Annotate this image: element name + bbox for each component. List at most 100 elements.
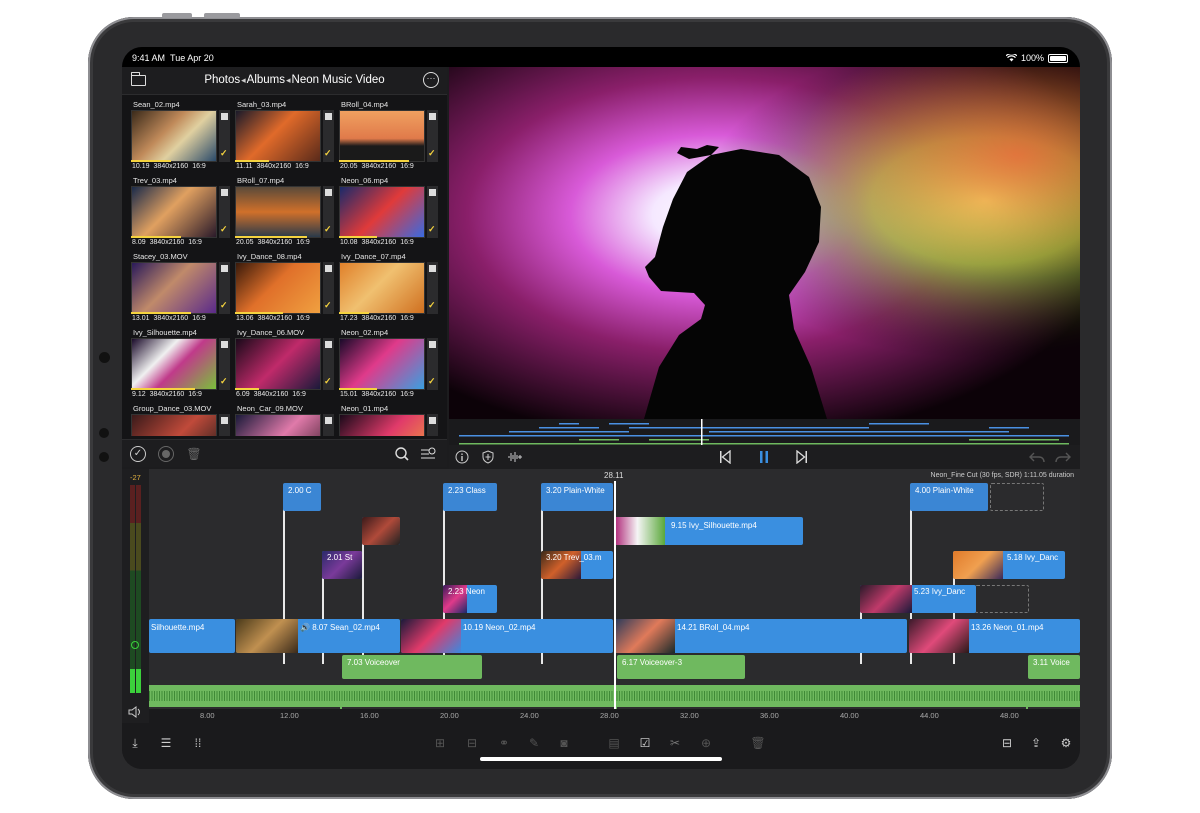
skip-back-icon[interactable] [719,450,731,464]
browser-clip[interactable]: Stacey_03.MOV ✓ 13.01 3840x2160 16:9 [131,252,231,326]
browser-clip[interactable]: Ivy_Silhouette.mp4 ✓ 9.12 3840x2160 16:9 [131,328,231,402]
browser-clip[interactable]: Ivy_Dance_07.mp4 ✓ 17.23 3840x2160 16:9 [339,252,439,326]
title-clip[interactable]: 2.00 C [283,483,321,511]
trash-icon[interactable]: 🗑 [186,446,202,462]
ruler-tick-label: 8.00 [200,711,215,720]
clip-meta: 10.08 3840x2160 16:9 [340,239,414,246]
clip-aspect: 16:9 [188,239,202,246]
primary-clip[interactable]: 13.26 Neon_01.mp4 [909,619,1080,653]
browser-clip[interactable]: Neon_Car_09.MOV ✓ [235,404,335,436]
import-icon[interactable]: ⤓ [127,735,143,751]
breadcrumb-photos[interactable]: Photos [204,74,240,86]
clip-duration: 10.19 [132,163,150,170]
camera-icon[interactable]: ◙ [556,735,572,751]
browser-clip[interactable]: Sarah_03.mp4 ✓ 11.11 3840x2160 16:9 [235,100,335,174]
sort-filter-icon[interactable] [420,446,436,462]
connected-clip[interactable] [362,517,400,545]
clip-res: 3840x2160 [361,239,397,246]
audio-clip[interactable]: 7.03 Voiceover [342,655,482,679]
clip-name: Ivy_Dance_08.mp4 [237,252,302,261]
browser-clip[interactable]: Ivy_Dance_08.mp4 ✓ 13.06 3840x2160 16:9 [235,252,335,326]
shield-icon[interactable] [481,450,495,464]
used-check-icon: ✓ [220,300,228,310]
primary-clip[interactable]: 14.21 BRoll_04.mp4 [615,619,907,653]
layout-icon[interactable]: ⊟ [999,735,1015,751]
breadcrumb-albums[interactable]: Albums [247,74,285,86]
audio-clip[interactable]: 3.11 Voice [1028,655,1080,679]
browser-clip[interactable]: BRoll_07.mp4 ✓ 20.05 3840x2160 16:9 [235,176,335,250]
add-icon[interactable]: ⊕ [698,735,714,751]
timeline[interactable]: -27 28.11 Neon_Fine Cut (30 fps, SDR) 1:… [122,469,1080,723]
share-icon[interactable]: ⇪ [1028,735,1044,751]
title-clip[interactable]: 2.23 Class [443,483,497,511]
connected-clip[interactable]: 5.23 Ivy_Danc [860,585,976,613]
pause-icon[interactable] [758,450,770,464]
breadcrumb: Photos◂Albums◂Neon Music Video [204,74,385,86]
insert-icon[interactable]: ⊟ [464,735,480,751]
select-check-icon[interactable]: ✓ [130,446,146,462]
connected-clip[interactable]: 9.15 Ivy_Silhouette.mp4 [615,517,803,545]
overwrite-icon[interactable]: ⊞ [432,735,448,751]
record-icon[interactable] [158,446,174,462]
favorite-icon [429,113,436,120]
browser-clip[interactable]: Neon_01.mp4 ✓ [339,404,439,436]
clip-badge: ✓ [427,110,438,162]
placeholder-clip[interactable] [990,483,1044,511]
browser-clip[interactable]: Neon_06.mp4 ✓ 10.08 3840x2160 16:9 [339,176,439,250]
clip-thumbnail [131,338,217,390]
usage-bar [131,160,171,162]
browser-clip[interactable]: BRoll_04.mp4 ✓ 20.05 3840x2160 16:9 [339,100,439,174]
redo-icon[interactable] [1055,450,1071,464]
select-icon[interactable]: ☑ [637,735,653,751]
title-clip[interactable]: 3.20 Plain-White [541,483,613,511]
primary-clip[interactable]: 10.19 Neon_02.mp4 [401,619,613,653]
scissors-icon[interactable]: ✂ [667,735,683,751]
status-bar: 9:41 AM Tue Apr 20 100% [122,47,1080,67]
connected-clip[interactable]: 5.18 Ivy_Danc [953,551,1065,579]
clipboard-icon[interactable]: ▤ [606,735,622,751]
used-check-icon: ✓ [220,376,228,386]
favorite-icon [429,341,436,348]
audio-clip[interactable]: 6.17 Voiceover-3 [617,655,745,679]
viewer-mini-timeline[interactable] [449,419,1080,447]
clip-aspect: 16:9 [188,391,202,398]
more-options-icon[interactable]: ··· [423,72,439,88]
timeline-tracks[interactable]: 28.11 Neon_Fine Cut (30 fps, SDR) 1:11.0… [149,469,1080,723]
speaker-icon[interactable] [128,706,142,718]
delete-icon[interactable]: 🗑 [750,735,766,751]
skip-forward-icon[interactable] [796,450,808,464]
title-clip[interactable]: 4.00 Plain-White [910,483,988,511]
clip-duration: 17.23 [340,315,358,322]
connected-clip[interactable]: 2.01 St [322,551,362,579]
connected-clip[interactable]: 2.23 Neon [443,585,497,613]
time-ruler[interactable]: 8.00 12.00 16.00 20.00 24.00 28.00 32.00 36.00 4… [149,709,1080,723]
grid-icon[interactable]: ⁞⁞ [190,735,206,751]
undo-icon[interactable] [1029,450,1045,464]
clip-thumbnail [235,110,321,162]
pen-icon[interactable]: ✎ [526,735,542,751]
settings-icon[interactable]: ⚙ [1058,735,1074,751]
folder-icon[interactable] [131,72,146,86]
primary-clip[interactable]: 🔊 8.07 Sean_02.mp4 [236,619,400,653]
link-icon[interactable]: ⚭ [496,735,512,751]
video-viewer[interactable] [449,67,1080,419]
browser-clip[interactable]: Sean_02.mp4 ✓ 10.19 3840x2160 16:9 [131,100,231,174]
browser-clip[interactable]: Ivy_Dance_06.MOV ✓ 6.09 3840x2160 16:9 [235,328,335,402]
home-indicator[interactable] [480,757,722,761]
clip-badge: ✓ [427,186,438,238]
search-icon[interactable] [394,446,410,462]
browser-clip[interactable]: Trev_03.mp4 ✓ 8.09 3840x2160 16:9 [131,176,231,250]
playhead[interactable] [614,481,616,709]
placeholder-clip[interactable] [975,585,1029,613]
primary-clip[interactable]: Silhouette.mp4 [149,619,235,653]
clip-name: Ivy_Dance_07.mp4 [341,252,406,261]
browser-clip[interactable]: Neon_02.mp4 ✓ 15.01 3840x2160 16:9 [339,328,439,402]
browser-clip[interactable]: Group_Dance_03.MOV ✓ [131,404,231,436]
connected-clip[interactable]: 3.20 Trev_03.m [541,551,613,579]
clip-name: Neon_Car_09.MOV [237,404,303,413]
audio-wave-icon[interactable] [507,450,523,464]
info-icon[interactable] [455,450,469,464]
inspector-icon[interactable]: ☰ [158,735,174,751]
clip-duration: 13.01 [132,315,150,322]
ruler-tick-label: 48.00 [1000,711,1019,720]
